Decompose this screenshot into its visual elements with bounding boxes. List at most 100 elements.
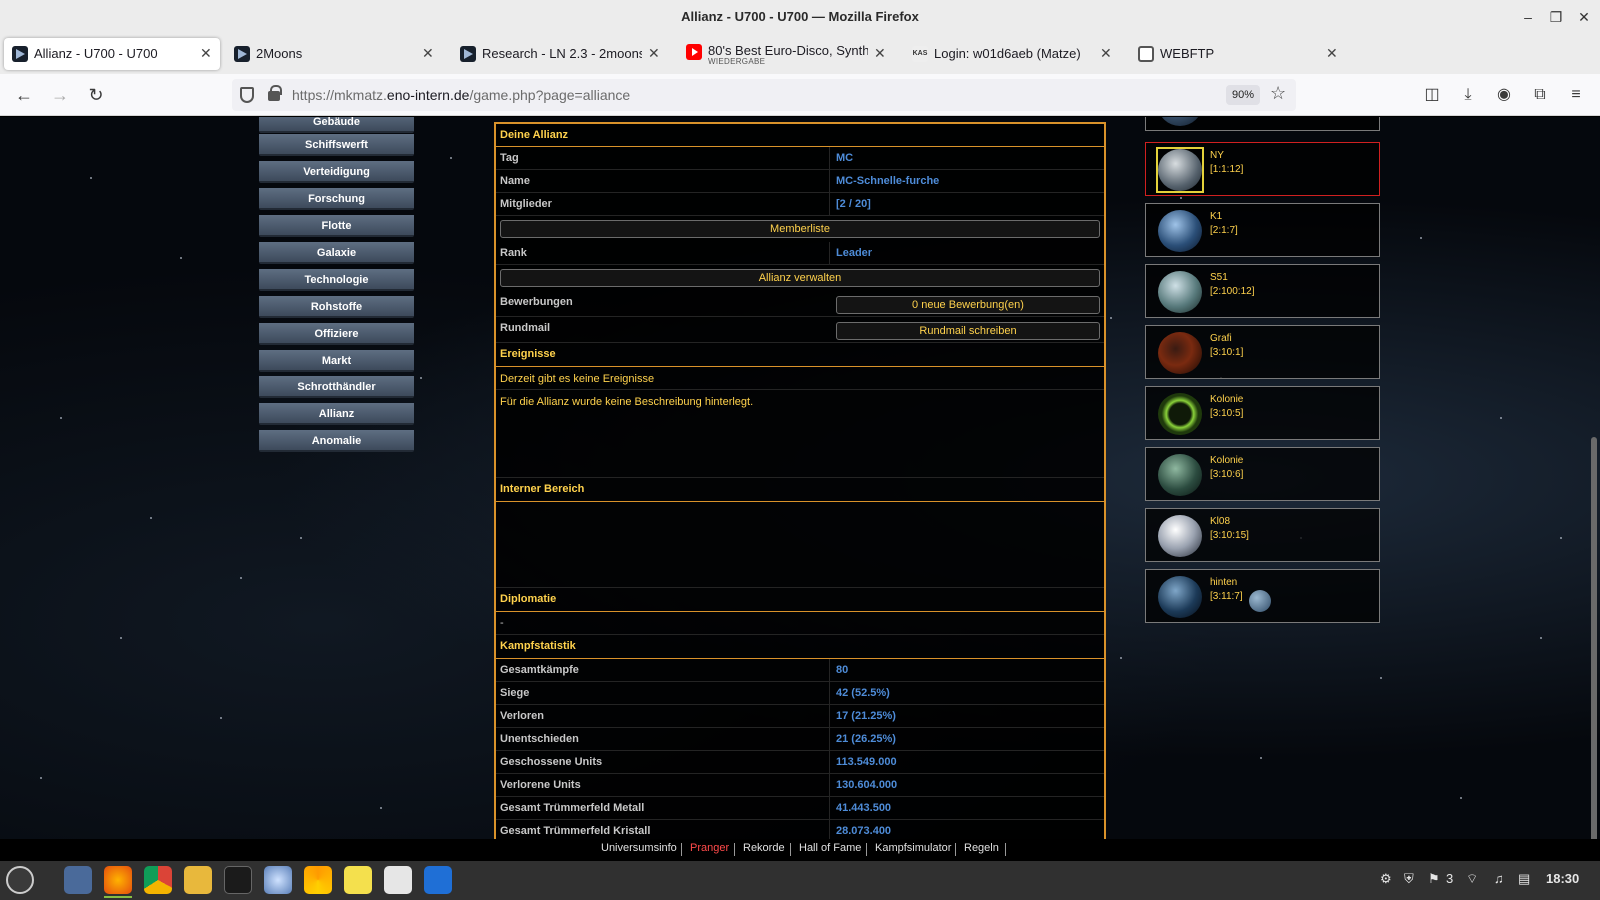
tab-label: Allianz - U700 - U700	[34, 46, 158, 61]
menu-gebaeude[interactable]: Gebäude	[259, 117, 414, 133]
chrome-icon[interactable]	[144, 866, 172, 894]
close-tab-icon[interactable]: ✕	[874, 45, 886, 62]
clipboard-icon[interactable]: ▤	[1518, 871, 1530, 887]
menu-anomalie[interactable]: Anomalie	[259, 430, 414, 452]
close-tab-icon[interactable]: ✕	[200, 45, 212, 62]
address-bar[interactable]: https://mkmatz.eno-intern.de/game.php?pa…	[232, 79, 1296, 111]
mail-icon[interactable]	[64, 866, 92, 894]
pocket-icon[interactable]: ◫	[1420, 83, 1444, 107]
planet-item-partial[interactable]	[1145, 117, 1380, 131]
forward-icon[interactable]: →	[48, 83, 72, 107]
menu-rohstoffe[interactable]: Rohstoffe	[259, 296, 414, 318]
planet-coords: [1:1:12]	[1210, 164, 1244, 175]
bluetooth-icon[interactable]	[424, 866, 452, 894]
menu-galaxie[interactable]: Galaxie	[259, 242, 414, 264]
star-dot	[1420, 237, 1422, 239]
menu-schrotthaendler[interactable]: Schrotthändler	[259, 376, 414, 398]
name-label: Name	[500, 175, 530, 187]
alliance-tag: MC	[836, 152, 854, 164]
star-dot	[1120, 657, 1122, 659]
footer-regeln[interactable]: Regeln	[964, 842, 999, 854]
tray-count: 3	[1446, 871, 1454, 886]
menu-allianz[interactable]: Allianz	[259, 403, 414, 425]
tab-2moons[interactable]: 2Moons ✕	[226, 38, 442, 70]
maximize-icon[interactable]: ❐	[1546, 7, 1566, 27]
bookmark-star-icon[interactable]: ☆	[1270, 83, 1286, 104]
minimize-icon[interactable]: –	[1518, 7, 1538, 27]
close-tab-icon[interactable]: ✕	[1326, 45, 1338, 62]
music-icon[interactable]: ♫	[1494, 871, 1504, 886]
footer-universumsinfo[interactable]: Universumsinfo	[601, 842, 677, 854]
mint-menu-icon[interactable]	[6, 866, 34, 894]
footer-kampfsimulator[interactable]: Kampfsimulator	[875, 842, 951, 854]
menu-schiffswerft[interactable]: Schiffswerft	[259, 134, 414, 156]
planet-coords: [2:1:7]	[1210, 225, 1238, 236]
planet-item[interactable]: NY [1:1:12]	[1145, 142, 1380, 196]
close-tab-icon[interactable]: ✕	[648, 45, 660, 62]
footer-rekorde[interactable]: Rekorde	[743, 842, 785, 854]
members-link[interactable]: [2 / 20]	[836, 198, 871, 210]
footer-hall-of-fame[interactable]: Hall of Fame	[799, 842, 861, 854]
planet-item[interactable]: hinten [3:11:7]	[1145, 569, 1380, 623]
planet-item[interactable]: Kolonie [3:10:6]	[1145, 447, 1380, 501]
tab-label: Research - LN 2.3 - 2moons	[482, 46, 642, 61]
close-tab-icon[interactable]: ✕	[1100, 45, 1112, 62]
account-icon[interactable]: ◉	[1492, 83, 1516, 107]
tab-allianz[interactable]: Allianz - U700 - U700 ✕	[4, 38, 220, 70]
tab-playing-label: WIEDERGABE	[708, 57, 766, 66]
menu-technologie[interactable]: Technologie	[259, 269, 414, 291]
planet-item[interactable]: K1 [2:1:7]	[1145, 203, 1380, 257]
planet-coords: [3:10:5]	[1210, 408, 1244, 419]
zoom-level[interactable]: 90%	[1226, 85, 1260, 105]
manage-alliance-button[interactable]: Allianz verwalten	[500, 269, 1100, 287]
document-icon[interactable]	[384, 866, 412, 894]
chromium-icon[interactable]	[264, 866, 292, 894]
tab-youtube[interactable]: 80's Best Euro-Disco, Synth WIEDERGABE ✕	[678, 38, 894, 70]
menu-offiziere[interactable]: Offiziere	[259, 323, 414, 345]
network-tray-icon[interactable]: ⚙	[1380, 871, 1392, 887]
planet-item[interactable]: S51 [2:100:12]	[1145, 264, 1380, 318]
section-header-internal: Interner Bereich	[496, 478, 1104, 502]
tab-kas-login[interactable]: KAS Login: w01d6aeb (Matze) ✕	[904, 38, 1120, 70]
files-icon[interactable]	[184, 866, 212, 894]
menu-flotte[interactable]: Flotte	[259, 215, 414, 237]
url-text[interactable]: https://mkmatz.eno-intern.de/game.php?pa…	[292, 87, 630, 103]
menu-verteidigung[interactable]: Verteidigung	[259, 161, 414, 183]
blender-icon[interactable]	[304, 866, 332, 894]
menu-icon[interactable]: ≡	[1564, 83, 1588, 107]
back-icon[interactable]: ←	[12, 83, 36, 107]
extensions-icon[interactable]: ⧉	[1528, 83, 1552, 107]
shield-icon[interactable]	[240, 87, 254, 103]
star-dot	[90, 177, 92, 179]
section-header-diplomacy: Diplomatie	[496, 588, 1104, 612]
notification-icon[interactable]: ⚑	[1428, 871, 1440, 887]
scrollbar-thumb[interactable]	[1591, 437, 1597, 839]
planet-item[interactable]: Grafi [3:10:1]	[1145, 325, 1380, 379]
footer-pranger[interactable]: Pranger	[690, 842, 729, 854]
rundmail-button[interactable]: Rundmail schreiben	[836, 322, 1100, 340]
tab-webftp[interactable]: WEBFTP ✕	[1130, 38, 1346, 70]
memberlist-button[interactable]: Memberliste	[500, 220, 1100, 238]
reload-icon[interactable]: ↻	[84, 83, 108, 107]
applications-button[interactable]: 0 neue Bewerbung(en)	[836, 296, 1100, 314]
rank-label: Rank	[500, 247, 527, 259]
firefox-icon[interactable]	[104, 866, 132, 898]
battle-stat-label: Gesamt Trümmerfeld Metall	[500, 802, 645, 814]
notes-icon[interactable]	[344, 866, 372, 894]
menu-markt[interactable]: Markt	[259, 350, 414, 372]
planet-item[interactable]: Kl08 [3:10:15]	[1145, 508, 1380, 562]
battle-stat-value: 113.549.000	[836, 756, 897, 768]
tab-research[interactable]: Research - LN 2.3 - 2moons ✕	[452, 38, 668, 70]
star-dot	[300, 537, 302, 539]
shield-tray-icon[interactable]: ⛨	[1404, 871, 1414, 887]
moon-icon[interactable]	[1249, 590, 1271, 612]
wifi-icon[interactable]: ⌔	[1466, 871, 1478, 887]
close-window-icon[interactable]: ✕	[1574, 7, 1594, 27]
planet-item[interactable]: Kolonie [3:10:5]	[1145, 386, 1380, 440]
menu-forschung[interactable]: Forschung	[259, 188, 414, 210]
terminal-icon[interactable]	[224, 866, 252, 894]
close-tab-icon[interactable]: ✕	[422, 45, 434, 62]
planet-icon	[1158, 117, 1202, 126]
download-icon[interactable]: ⤓	[1456, 83, 1480, 107]
lock-icon[interactable]	[268, 85, 282, 101]
